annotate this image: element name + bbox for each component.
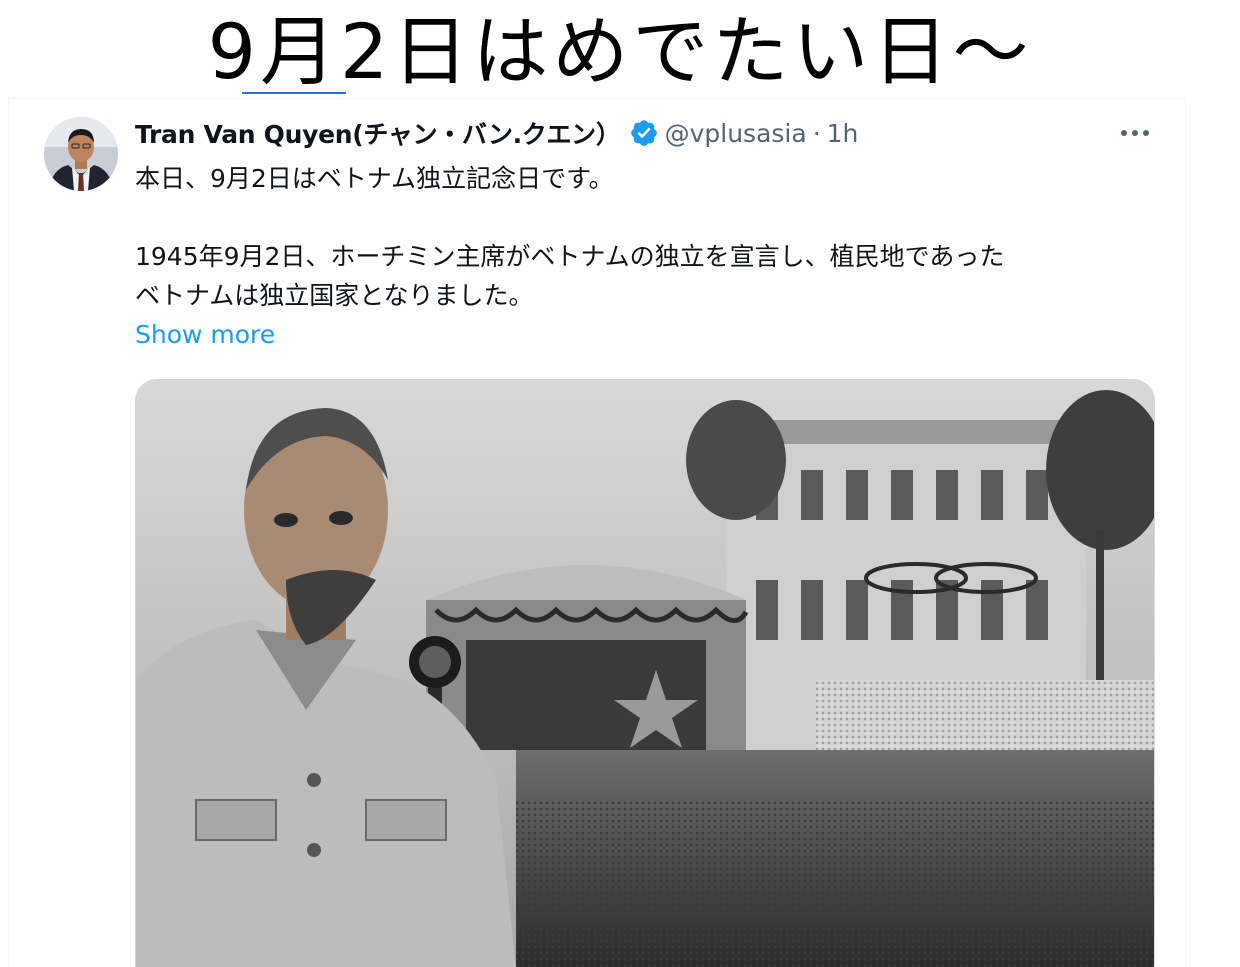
historical-photo: [136, 380, 1154, 967]
more-horizontal-icon[interactable]: [1117, 119, 1153, 147]
header-separator: ·: [812, 118, 821, 148]
slide: 9月2日はめでたい日～ Tran Van Quyen(チャン・バン.クエン） @…: [0, 0, 1240, 967]
tweet-card[interactable]: Tran Van Quyen(チャン・バン.クエン） @vplusasia · …: [8, 98, 1186, 967]
avatar-photo: [44, 117, 118, 191]
verified-badge-icon: [629, 118, 659, 148]
tweet-text: 本日、9月2日はベトナム独立記念日です。 1945年9月2日、ホーチミン主席がベ…: [135, 159, 1165, 315]
show-more-link[interactable]: Show more: [135, 317, 275, 353]
tweet-text-line: ベトナムは独立国家となりました。: [135, 281, 534, 310]
tweet-header: Tran Van Quyen(チャン・バン.クエン） @vplusasia · …: [135, 115, 858, 151]
title-underline: [242, 92, 346, 94]
tweet-timestamp[interactable]: 1h: [827, 119, 859, 148]
avatar[interactable]: [44, 117, 118, 191]
tweet-text-line: 本日、9月2日はベトナム独立記念日です。: [135, 164, 614, 193]
tweet-media-image[interactable]: [135, 379, 1155, 967]
slide-title: 9月2日はめでたい日～: [207, 7, 1033, 96]
tweet-text-line: 1945年9月2日、ホーチミン主席がベトナムの独立を宣言し、植民地であった: [135, 242, 1005, 271]
author-handle[interactable]: @vplusasia: [665, 119, 807, 148]
author-display-name[interactable]: Tran Van Quyen(チャン・バン.クエン）: [135, 115, 621, 151]
